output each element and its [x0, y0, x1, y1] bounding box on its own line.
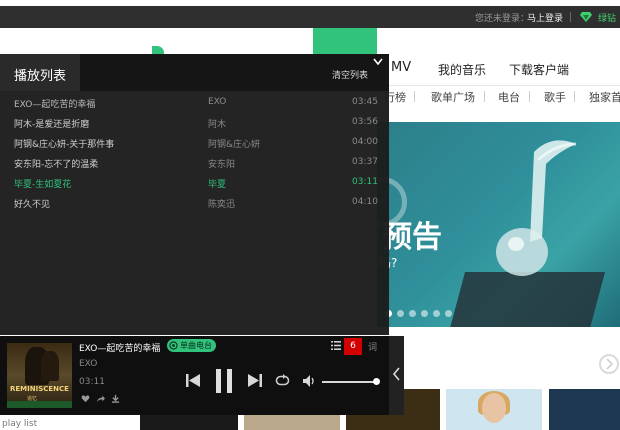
track-artist: EXO	[208, 97, 227, 107]
track-row[interactable]: EXO—起吃苦的幸福 EXO 03:45	[0, 93, 389, 113]
track-duration: 04:10	[352, 197, 378, 207]
pause-icon[interactable]	[215, 369, 233, 393]
volume-knob[interactable]	[373, 378, 380, 385]
page-caption: play list	[2, 419, 38, 429]
clear-playlist-button[interactable]: 清空列表	[332, 68, 368, 81]
login-link[interactable]: 马上登录	[527, 11, 563, 24]
track-row[interactable]: 安东阳-忘不了的温柔 安东阳 03:37	[0, 153, 389, 173]
repeat-icon[interactable]	[275, 374, 290, 387]
cover-title: REMINISCENCE	[10, 385, 69, 393]
queue-count-badge[interactable]: 6	[344, 338, 362, 355]
previous-icon[interactable]	[186, 374, 200, 387]
subnav-singers[interactable]: 歌手	[544, 89, 566, 105]
cover-footer-strip	[7, 401, 72, 408]
single-radio-button[interactable]: 单曲电台	[167, 339, 216, 352]
banner-dot[interactable]	[433, 310, 440, 317]
banner-dot[interactable]	[421, 310, 428, 317]
track-duration: 04:00	[352, 137, 378, 147]
now-playing-artist[interactable]: EXO	[79, 359, 97, 369]
banner-dot[interactable]	[409, 310, 416, 317]
lyrics-button[interactable]: 词	[368, 340, 377, 353]
login-status-text: 您还未登录：	[475, 14, 530, 24]
diamond-icon	[580, 12, 592, 22]
thumb-face	[482, 393, 506, 423]
track-artist: 陈奕迅	[208, 200, 236, 210]
nav-mv[interactable]: MV	[391, 60, 411, 75]
subnav-separator	[414, 91, 415, 102]
chevron-down-icon[interactable]	[373, 58, 383, 66]
topbar-divider	[570, 12, 571, 22]
track-row[interactable]: 好久不见 陈奕迅 04:10	[0, 193, 389, 213]
nav-divider	[377, 85, 620, 86]
track-row-playing[interactable]: 毕夏-生如夏花 毕夏 03:11	[0, 173, 389, 193]
track-row[interactable]: 阿钢&庄心妍-关于那件事 阿钢&庄心妍 04:00	[0, 133, 389, 153]
music-note-trophy-icon	[496, 140, 577, 276]
heart-icon[interactable]	[81, 394, 90, 403]
list-icon[interactable]	[331, 341, 341, 350]
banner-dot[interactable]	[397, 310, 404, 317]
download-icon[interactable]	[111, 394, 120, 403]
subnav-playlist-square[interactable]: 歌单广场	[431, 89, 475, 105]
top-bar: 您还未登录： 马上登录 绿钻	[0, 6, 620, 28]
album-thumb[interactable]	[446, 389, 542, 430]
radio-icon	[169, 341, 178, 350]
chevron-left-icon	[392, 367, 400, 381]
track-artist: 阿钢&庄心妍	[208, 140, 261, 150]
elapsed-time: 03:11	[79, 377, 105, 387]
now-playing-title[interactable]: EXO—起吃苦的幸福	[79, 341, 160, 354]
subnav-radio[interactable]: 电台	[498, 89, 520, 105]
track-artist: 阿木	[208, 120, 227, 130]
collapse-player-button[interactable]	[389, 336, 404, 415]
album-thumb[interactable]	[549, 389, 620, 430]
banner-headline: 预告	[382, 220, 442, 255]
track-duration: 03:11	[352, 177, 378, 187]
track-duration: 03:56	[352, 117, 378, 127]
playlist-title: 播放列表	[14, 69, 67, 84]
share-icon[interactable]	[96, 394, 105, 403]
track-title: 安东阳-忘不了的温柔	[14, 160, 99, 170]
subnav-exclusive[interactable]: 独家首	[589, 89, 620, 105]
chevron-right-icon	[606, 358, 614, 370]
track-title: 阿木-是爱还是折磨	[14, 120, 90, 130]
banner-dots	[385, 310, 452, 317]
hero-banner[interactable]: 预告 吗?	[377, 122, 620, 327]
track-artist: 毕夏	[208, 180, 227, 190]
volume-slider[interactable]	[322, 381, 376, 383]
track-artist: 安东阳	[208, 160, 236, 170]
playlist-panel: 播放列表 清空列表 EXO—起吃苦的幸福 EXO 03:45 阿木-是爱还是折磨…	[0, 54, 389, 335]
track-title: EXO—起吃苦的幸福	[14, 100, 96, 110]
subnav-separator	[529, 91, 530, 102]
subnav-separator	[574, 91, 575, 102]
nav-download-client[interactable]: 下载客户端	[509, 61, 569, 78]
track-row[interactable]: 阿木-是爱还是折磨 阿木 03:56	[0, 113, 389, 133]
volume-icon[interactable]	[303, 375, 317, 387]
track-duration: 03:45	[352, 97, 378, 107]
track-duration: 03:37	[352, 157, 378, 167]
cover-figure	[41, 351, 59, 381]
green-diamond-link[interactable]: 绿钻	[598, 11, 616, 24]
track-title: 毕夏-生如夏花	[14, 180, 72, 190]
track-title: 好久不见	[14, 200, 51, 210]
playlist-header: 播放列表 清空列表	[0, 54, 389, 91]
track-title: 阿钢&庄心妍-关于那件事	[14, 140, 115, 150]
player-bar: REMINISCENCE 追忆 EXO—起吃苦的幸福 单曲电台 EXO 03:1…	[0, 336, 389, 415]
carousel-next-button[interactable]	[599, 354, 619, 374]
next-icon[interactable]	[248, 374, 262, 387]
banner-dot[interactable]	[445, 310, 452, 317]
album-cover[interactable]: REMINISCENCE 追忆	[7, 343, 72, 408]
nav-my-music[interactable]: 我的音乐	[438, 61, 486, 78]
subnav-separator	[484, 91, 485, 102]
radio-label: 单曲电台	[180, 341, 212, 350]
